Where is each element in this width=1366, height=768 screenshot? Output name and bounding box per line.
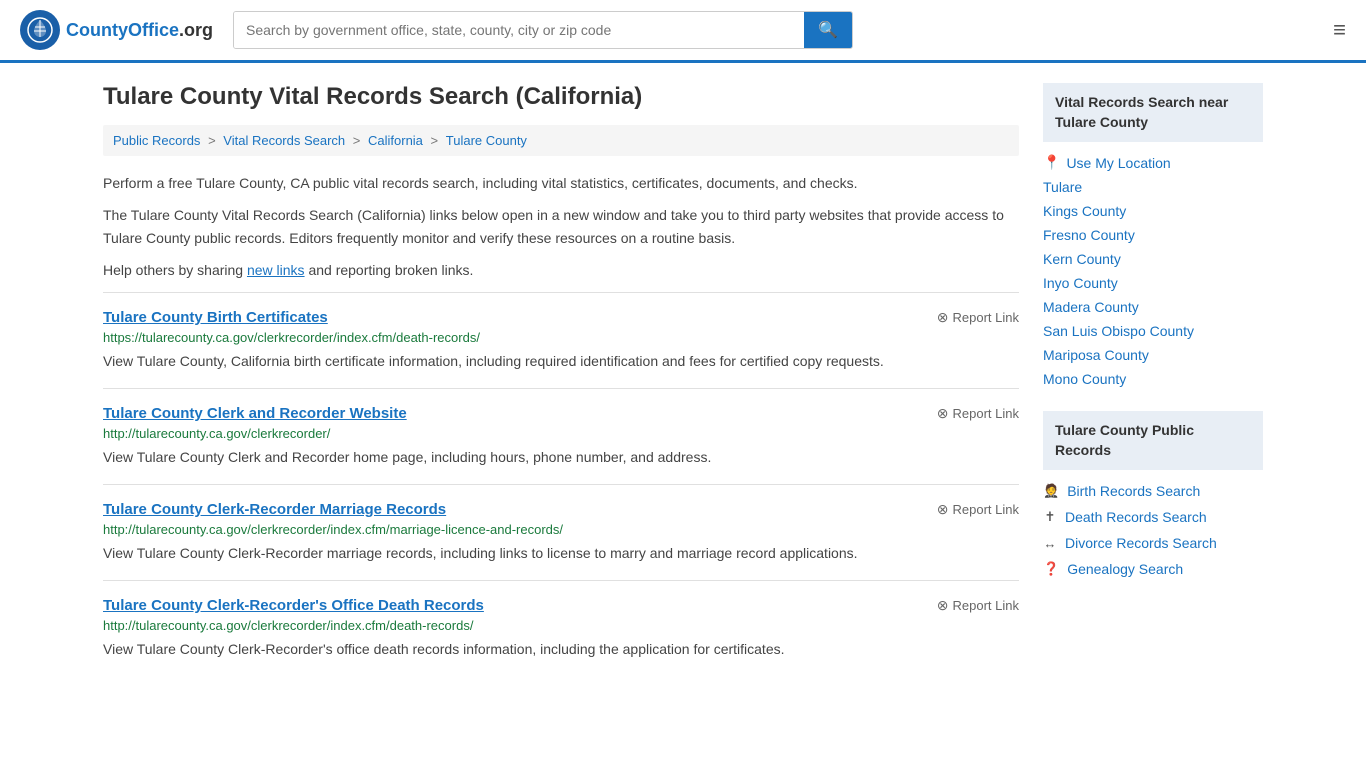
record-url: http://tularecounty.ca.gov/clerkrecorder… [103, 618, 1019, 633]
record-title[interactable]: Tulare County Clerk-Recorder Marriage Re… [103, 501, 446, 518]
nearby-link[interactable]: Mariposa County [1043, 347, 1149, 363]
sidebar-public-record-item: 🤵 Birth Records Search [1043, 478, 1263, 504]
record-title[interactable]: Tulare County Clerk and Recorder Website [103, 405, 407, 422]
breadcrumb: Public Records > Vital Records Search > … [103, 125, 1019, 156]
public-record-link[interactable]: Genealogy Search [1067, 561, 1183, 577]
breadcrumb-vital-records[interactable]: Vital Records Search [223, 133, 345, 148]
nearby-link[interactable]: Inyo County [1043, 275, 1118, 291]
record-entry: Tulare County Birth Certificates ⊗ Repor… [103, 292, 1019, 388]
location-icon: 📍 [1043, 154, 1060, 171]
report-icon: ⊗ [937, 405, 949, 422]
public-record-link[interactable]: Death Records Search [1065, 509, 1207, 525]
record-entry: Tulare County Clerk-Recorder's Office De… [103, 580, 1019, 676]
breadcrumb-california[interactable]: California [368, 133, 423, 148]
public-records-list: 🤵 Birth Records Search ✝ Death Records Sear… [1043, 478, 1263, 582]
public-records-header: Tulare County Public Records [1043, 411, 1263, 470]
search-bar: 🔍 [233, 11, 853, 49]
report-link[interactable]: ⊗ Report Link [937, 597, 1019, 614]
sidebar-public-record-item: ❓ Genealogy Search [1043, 556, 1263, 582]
report-link[interactable]: ⊗ Report Link [937, 405, 1019, 422]
sidebar-public-record-item: ✝ Death Records Search [1043, 504, 1263, 530]
page-title: Tulare County Vital Records Search (Cali… [103, 83, 1019, 111]
public-record-link[interactable]: Divorce Records Search [1065, 535, 1217, 551]
sidebar-nearby-item: Fresno County [1043, 223, 1263, 247]
record-entry: Tulare County Clerk and Recorder Website… [103, 388, 1019, 484]
site-header: CountyOffice.org 🔍 ≡ [0, 0, 1366, 63]
sidebar-nearby-item: Inyo County [1043, 271, 1263, 295]
record-title[interactable]: Tulare County Clerk-Recorder's Office De… [103, 597, 484, 614]
nearby-link[interactable]: Madera County [1043, 299, 1139, 315]
logo-icon [20, 10, 60, 50]
record-description: View Tulare County, California birth cer… [103, 351, 1019, 372]
record-url: http://tularecounty.ca.gov/clerkrecorder… [103, 522, 1019, 537]
record-header: Tulare County Clerk and Recorder Website… [103, 405, 1019, 422]
nearby-link[interactable]: Mono County [1043, 371, 1126, 387]
nearby-list: 📍 Use My Location Tulare Kings County Fresno… [1043, 150, 1263, 391]
description-3: Help others by sharing new links and rep… [103, 259, 1019, 281]
main-container: Tulare County Vital Records Search (Cali… [83, 63, 1283, 696]
sidebar-nearby-item: Mariposa County [1043, 343, 1263, 367]
nearby-link[interactable]: San Luis Obispo County [1043, 323, 1194, 339]
report-icon: ⊗ [937, 309, 949, 326]
content-area: Tulare County Vital Records Search (Cali… [103, 83, 1019, 676]
record-url: http://tularecounty.ca.gov/clerkrecorder… [103, 426, 1019, 441]
new-links-link[interactable]: new links [247, 262, 305, 278]
report-link[interactable]: ⊗ Report Link [937, 501, 1019, 518]
nearby-link[interactable]: Kern County [1043, 251, 1121, 267]
sidebar-nearby-item: Kings County [1043, 199, 1263, 223]
sidebar-nearby-item: Tulare [1043, 175, 1263, 199]
nearby-link[interactable]: Use My Location [1066, 155, 1170, 171]
record-entry: Tulare County Clerk-Recorder Marriage Re… [103, 484, 1019, 580]
sidebar-nearby-item: 📍 Use My Location [1043, 150, 1263, 175]
breadcrumb-public-records[interactable]: Public Records [113, 133, 200, 148]
report-link[interactable]: ⊗ Report Link [937, 309, 1019, 326]
sidebar-nearby-item: Kern County [1043, 247, 1263, 271]
record-header: Tulare County Birth Certificates ⊗ Repor… [103, 309, 1019, 326]
sidebar-nearby-item: Madera County [1043, 295, 1263, 319]
record-title[interactable]: Tulare County Birth Certificates [103, 309, 328, 326]
record-header: Tulare County Clerk-Recorder Marriage Re… [103, 501, 1019, 518]
records-list: Tulare County Birth Certificates ⊗ Repor… [103, 292, 1019, 676]
public-record-icon: ❓ [1043, 561, 1059, 577]
nearby-link[interactable]: Tulare [1043, 179, 1082, 195]
report-icon: ⊗ [937, 597, 949, 614]
nearby-section: Vital Records Search near Tulare County … [1043, 83, 1263, 391]
record-description: View Tulare County Clerk-Recorder's offi… [103, 639, 1019, 660]
record-description: View Tulare County Clerk-Recorder marria… [103, 543, 1019, 564]
logo-text: CountyOffice.org [66, 20, 213, 41]
sidebar-nearby-item: San Luis Obispo County [1043, 319, 1263, 343]
public-record-icon: ✝ [1043, 509, 1057, 525]
hamburger-menu-icon[interactable]: ≡ [1333, 17, 1346, 43]
nearby-link[interactable]: Fresno County [1043, 227, 1135, 243]
nearby-header: Vital Records Search near Tulare County [1043, 83, 1263, 142]
public-records-section: Tulare County Public Records 🤵 Birth Reco… [1043, 411, 1263, 582]
report-icon: ⊗ [937, 501, 949, 518]
search-icon: 🔍 [818, 22, 838, 39]
search-button[interactable]: 🔍 [804, 12, 852, 48]
public-record-link[interactable]: Birth Records Search [1067, 483, 1200, 499]
sidebar-public-record-item: ↔ Divorce Records Search [1043, 530, 1263, 556]
public-record-icon: ↔ [1043, 536, 1057, 551]
description-1: Perform a free Tulare County, CA public … [103, 172, 1019, 194]
description-2: The Tulare County Vital Records Search (… [103, 204, 1019, 249]
nearby-link[interactable]: Kings County [1043, 203, 1126, 219]
record-description: View Tulare County Clerk and Recorder ho… [103, 447, 1019, 468]
logo-area: CountyOffice.org [20, 10, 213, 50]
search-input[interactable] [234, 12, 804, 48]
record-header: Tulare County Clerk-Recorder's Office De… [103, 597, 1019, 614]
sidebar: Vital Records Search near Tulare County … [1043, 83, 1263, 676]
record-url: https://tularecounty.ca.gov/clerkrecorde… [103, 330, 1019, 345]
public-record-icon: 🤵 [1043, 483, 1059, 499]
breadcrumb-tulare-county[interactable]: Tulare County [446, 133, 527, 148]
sidebar-nearby-item: Mono County [1043, 367, 1263, 391]
